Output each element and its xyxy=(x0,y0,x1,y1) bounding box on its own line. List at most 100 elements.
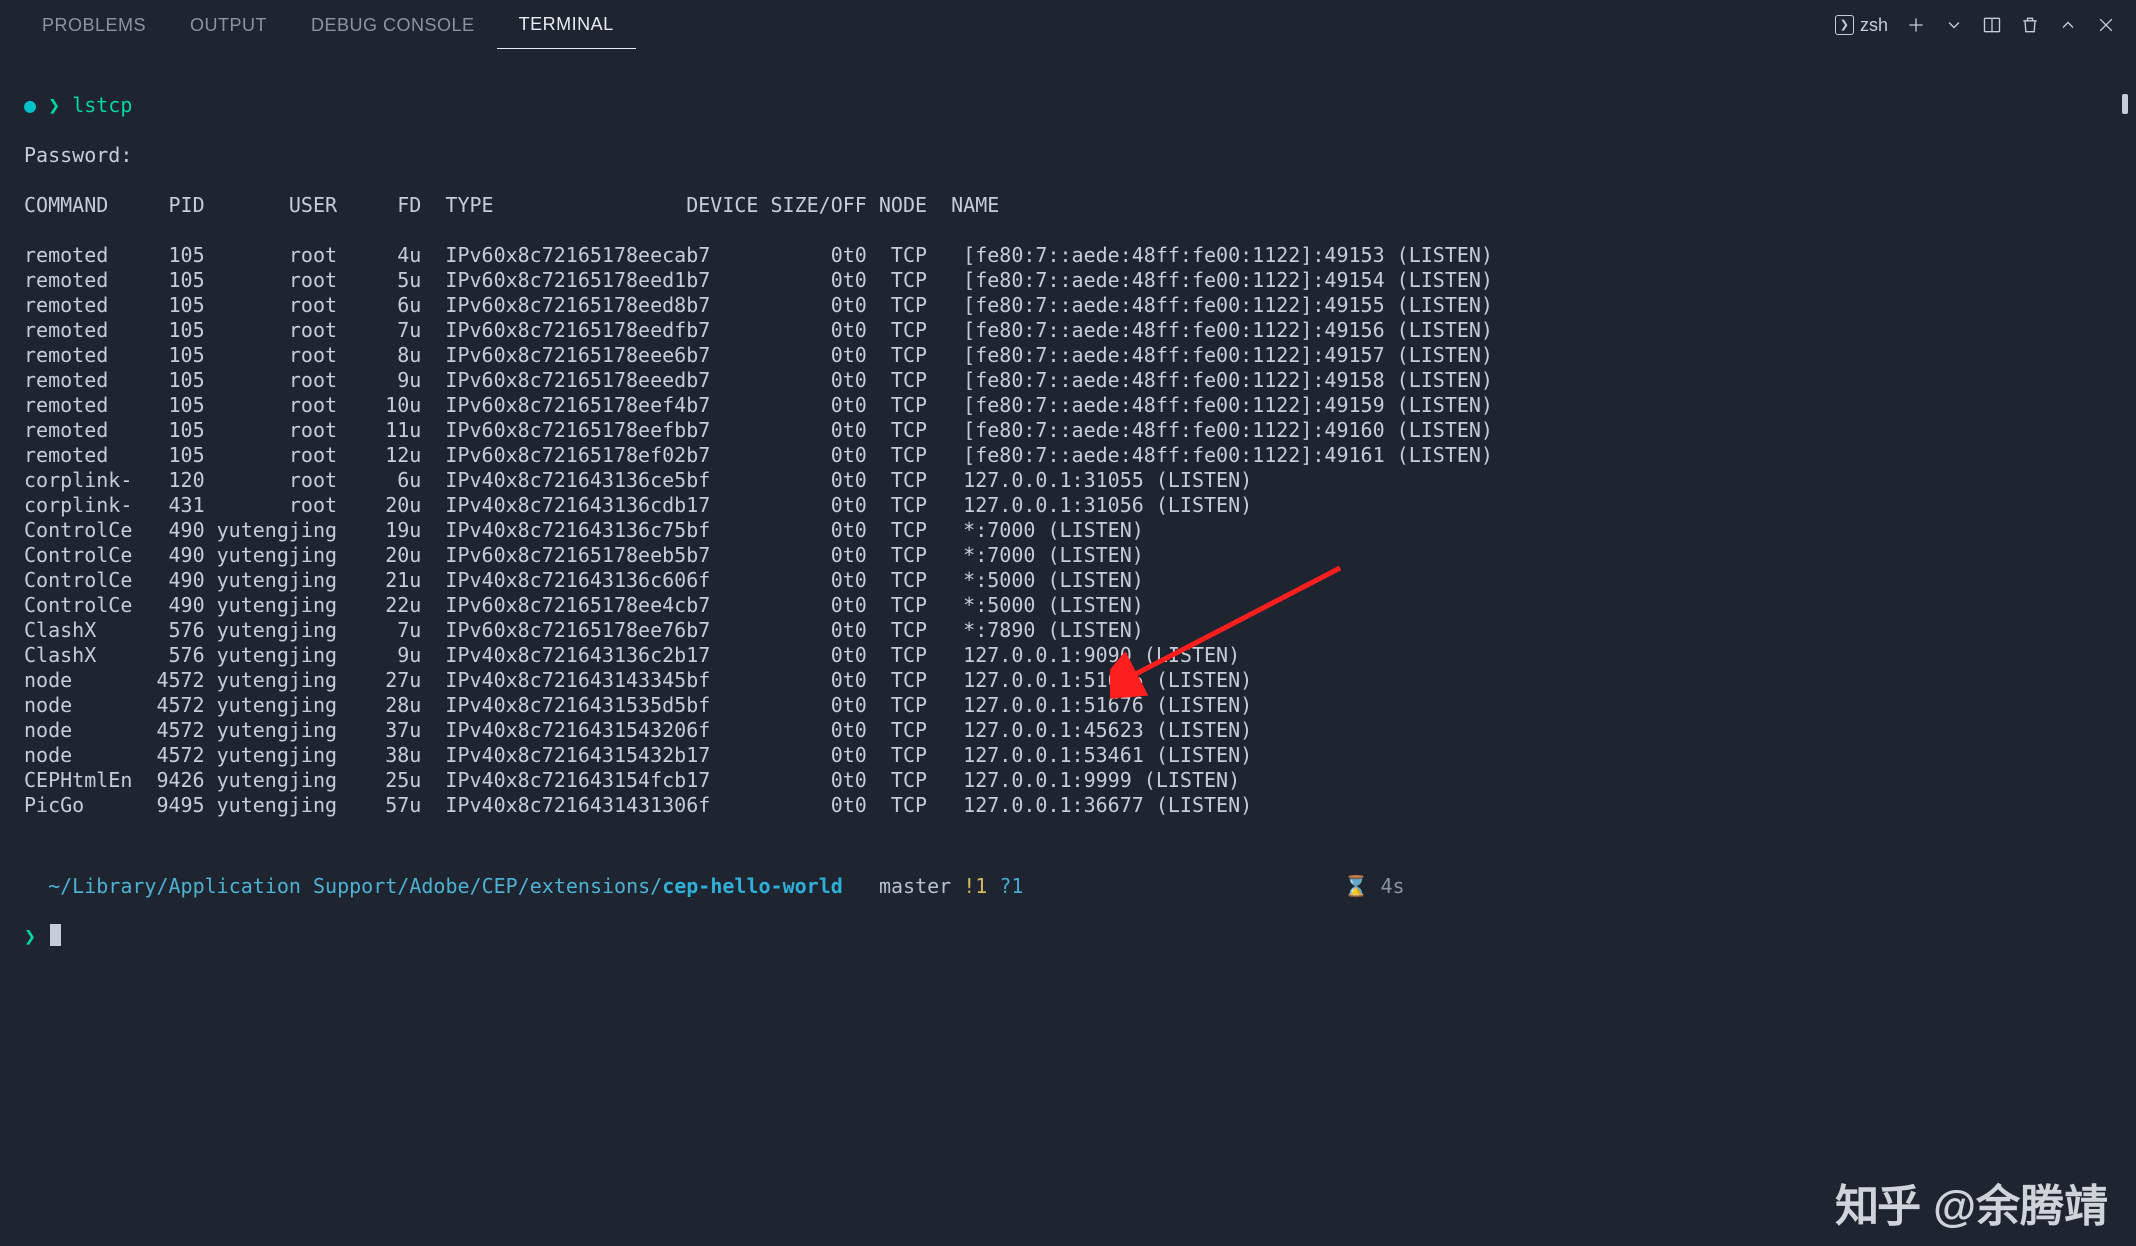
cell-node: TCP xyxy=(891,593,951,618)
cell-pid: 105 xyxy=(144,368,204,393)
table-row: remoted105root12uIPv60x8c72165178ef02b7 … xyxy=(24,443,2112,468)
cell-node: TCP xyxy=(891,293,951,318)
panel-actions: zsh xyxy=(1835,14,2116,37)
cell-name: [fe80:7::aede:48ff:fe00:1122]:49157 (LIS… xyxy=(963,343,1493,368)
tab-label: TERMINAL xyxy=(519,14,614,34)
cell-type: IPv6 xyxy=(421,593,493,618)
cell-type: IPv6 xyxy=(421,268,493,293)
trash-icon xyxy=(2020,15,2040,35)
terminal-profile-icon xyxy=(1835,15,1854,35)
cell-device: 0x8c721643136c606f xyxy=(494,568,759,593)
cell-size: 0t0 xyxy=(771,643,867,668)
cell-device: 0x8c721643136cdb17 xyxy=(494,493,759,518)
col-command: COMMAND xyxy=(24,193,144,218)
cell-pid: 490 xyxy=(144,543,204,568)
cell-device: 0x8c72165178eecab7 xyxy=(494,243,759,268)
cell-type: IPv4 xyxy=(421,493,493,518)
cell-user: yutengjing xyxy=(205,693,337,718)
table-row: remoted105root7uIPv60x8c72165178eedfb7 0… xyxy=(24,318,2112,343)
cell-device: 0x8c72165178eeb5b7 xyxy=(494,543,759,568)
cell-pid: 490 xyxy=(144,518,204,543)
cell-command: remoted xyxy=(24,343,144,368)
cell-fd: 20u xyxy=(337,493,421,518)
cell-pid: 105 xyxy=(144,418,204,443)
cell-size: 0t0 xyxy=(771,318,867,343)
cell-fd: 37u xyxy=(337,718,421,743)
cell-command: remoted xyxy=(24,268,144,293)
cell-user: root xyxy=(205,443,337,468)
cell-name: [fe80:7::aede:48ff:fe00:1122]:49160 (LIS… xyxy=(963,418,1493,443)
zhihu-logo: 知乎 xyxy=(1835,1179,1919,1234)
cwd-path: ~/Library/Application Support/Adobe/CEP/… xyxy=(48,874,662,898)
cell-user: root xyxy=(205,468,337,493)
output-line: Password: xyxy=(24,143,2112,168)
scrollbar-thumb[interactable] xyxy=(2122,94,2128,114)
table-row: node4572yutengjing27uIPv40x8c72164314334… xyxy=(24,668,2112,693)
cell-node: TCP xyxy=(891,443,951,468)
maximize-panel-button[interactable] xyxy=(2058,15,2078,35)
split-terminal-button[interactable] xyxy=(1982,15,2002,35)
cell-pid: 576 xyxy=(144,643,204,668)
cell-command: remoted xyxy=(24,318,144,343)
cell-type: IPv6 xyxy=(421,393,493,418)
tab-output[interactable]: OUTPUT xyxy=(168,2,289,49)
cell-command: ClashX xyxy=(24,618,144,643)
cell-device: 0x8c72165178ee76b7 xyxy=(494,618,759,643)
cell-pid: 105 xyxy=(144,318,204,343)
tab-debug-console[interactable]: DEBUG CONSOLE xyxy=(289,2,497,49)
cell-type: IPv4 xyxy=(421,518,493,543)
table-row: remoted105root11uIPv60x8c72165178eefbb7 … xyxy=(24,418,2112,443)
cell-command: remoted xyxy=(24,368,144,393)
status-line: ~/Library/Application Support/Adobe/CEP/… xyxy=(24,874,2112,899)
prompt-line: ● ❯ lstcp xyxy=(24,93,2112,118)
cell-node: TCP xyxy=(891,643,951,668)
terminal-split-dropdown[interactable] xyxy=(1944,15,1964,35)
terminal-view[interactable]: ● ❯ lstcp Password: COMMANDPIDUSERFDTYPE… xyxy=(0,50,2136,974)
cell-fd: 10u xyxy=(337,393,421,418)
col-node: NODE xyxy=(879,193,939,218)
col-fd: FD xyxy=(337,193,421,218)
cell-fd: 11u xyxy=(337,418,421,443)
tab-problems[interactable]: PROBLEMS xyxy=(20,2,168,49)
table-row: ClashX576yutengjing7uIPv60x8c72165178ee7… xyxy=(24,618,2112,643)
cell-device: 0x8c72165178eedfb7 xyxy=(494,318,759,343)
close-icon xyxy=(2096,15,2116,35)
cell-user: root xyxy=(205,268,337,293)
table-row: node4572yutengjing28uIPv40x8c7216431535d… xyxy=(24,693,2112,718)
watermark-author: @余腾靖 xyxy=(1933,1179,2108,1234)
terminal-profile-selector[interactable]: zsh xyxy=(1835,14,1888,37)
cell-fd: 57u xyxy=(337,793,421,818)
cell-name: *:7000 (LISTEN) xyxy=(963,543,1144,568)
table-row: node4572yutengjing38uIPv40x8c72164315432… xyxy=(24,743,2112,768)
new-terminal-button[interactable] xyxy=(1906,15,1926,35)
cell-size: 0t0 xyxy=(771,243,867,268)
table-row: remoted105root9uIPv60x8c72165178eeedb7 0… xyxy=(24,368,2112,393)
table-row: node4572yutengjing37uIPv40x8c72164315432… xyxy=(24,718,2112,743)
entered-command: lstcp xyxy=(72,93,132,117)
cwd-dir: cep-hello-world xyxy=(662,874,843,898)
cell-name: 127.0.0.1:31055 (LISTEN) xyxy=(963,468,1252,493)
cell-pid: 431 xyxy=(144,493,204,518)
chevron-down-icon xyxy=(1944,15,1964,35)
cell-pid: 105 xyxy=(144,268,204,293)
cell-device: 0x8c721643143345bf xyxy=(494,668,759,693)
tab-label: PROBLEMS xyxy=(42,15,146,35)
col-name: NAME xyxy=(951,193,999,218)
cell-type: IPv4 xyxy=(421,768,493,793)
cell-device: 0x8c721643136c2b17 xyxy=(494,643,759,668)
cell-type: IPv6 xyxy=(421,293,493,318)
cell-type: IPv6 xyxy=(421,618,493,643)
cell-size: 0t0 xyxy=(771,793,867,818)
kill-terminal-button[interactable] xyxy=(2020,15,2040,35)
cell-user: root xyxy=(205,493,337,518)
cell-pid: 4572 xyxy=(144,718,204,743)
cell-node: TCP xyxy=(891,493,951,518)
cell-pid: 105 xyxy=(144,243,204,268)
table-row: CEPHtmlEn9426yutengjing25uIPv40x8c721643… xyxy=(24,768,2112,793)
cell-name: *:7890 (LISTEN) xyxy=(963,618,1144,643)
tab-terminal[interactable]: TERMINAL xyxy=(497,1,636,49)
cell-node: TCP xyxy=(891,768,951,793)
cell-pid: 4572 xyxy=(144,743,204,768)
close-panel-button[interactable] xyxy=(2096,15,2116,35)
cell-user: root xyxy=(205,393,337,418)
